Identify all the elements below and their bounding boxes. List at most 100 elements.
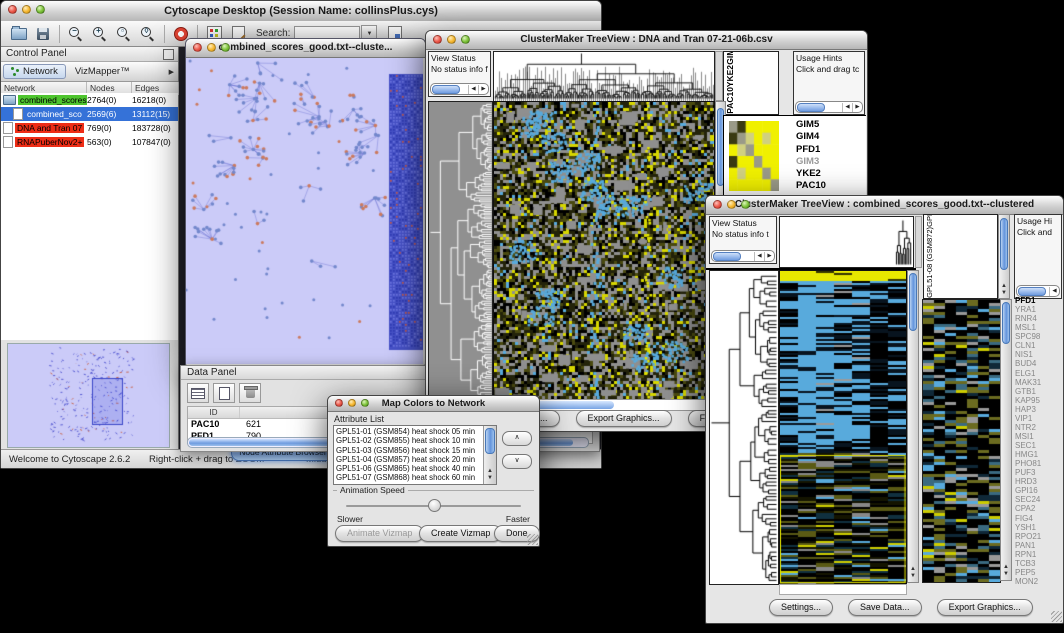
gene-label[interactable]: RPN1 <box>1015 550 1061 559</box>
delete-attribute-button[interactable] <box>239 383 261 403</box>
zoom-button[interactable] <box>36 5 45 14</box>
gene-label[interactable]: PAN1 <box>1015 541 1061 550</box>
scroll-down-arrow[interactable]: ▼ <box>999 290 1009 297</box>
gene-label[interactable]: PAC10 <box>796 180 826 192</box>
scroll-left-arrow[interactable]: ◀ <box>1049 287 1059 296</box>
gene-dendrogram[interactable] <box>428 101 493 400</box>
network-window-titlebar[interactable]: combined_scores_good.txt--cluste... <box>186 39 425 58</box>
gene-label[interactable]: VIP1 <box>1015 414 1061 423</box>
label-scroll-strip[interactable] <box>915 216 922 268</box>
network-list-row[interactable]: combined_scores 2764(0) 16218(0) <box>1 93 178 107</box>
scrollbar-thumb[interactable] <box>909 273 917 331</box>
scroll-right-arrow[interactable]: ▶ <box>852 103 862 112</box>
gene-label[interactable]: BUD4 <box>1015 359 1061 368</box>
resize-grip[interactable] <box>527 534 538 545</box>
gene-label[interactable]: CPA2 <box>1015 504 1061 513</box>
id-column-header[interactable]: ID <box>188 407 240 418</box>
gene-label[interactable]: HRD3 <box>1015 477 1061 486</box>
usage-hints-scrollbar[interactable]: ◀ ▶ <box>795 101 863 113</box>
move-up-button[interactable]: ∧ <box>502 431 532 446</box>
attribute-list-item[interactable]: GPL51-07 (GSM868) heat shock 60 min <box>334 473 483 482</box>
gene-label[interactable]: YKE2 <box>796 168 826 180</box>
minimize-button[interactable] <box>22 5 31 14</box>
minimize-button[interactable] <box>348 399 356 407</box>
gene-dendrogram[interactable] <box>709 270 779 585</box>
gene-label[interactable]: HAP3 <box>1015 405 1061 414</box>
network-list-row[interactable]: DNA and Tran 07 769(0) 183728(0) <box>1 121 178 135</box>
gene-label[interactable]: GTB1 <box>1015 387 1061 396</box>
scroll-down-arrow[interactable]: ▼ <box>1001 571 1011 578</box>
close-button[interactable] <box>713 200 722 209</box>
scroll-down-arrow[interactable]: ▼ <box>484 475 496 482</box>
zoom-button[interactable] <box>361 399 369 407</box>
zoom-heatmap[interactable] <box>922 299 1001 583</box>
gene-label[interactable]: GIM5 <box>796 119 826 131</box>
gene-label[interactable]: HMG1 <box>1015 450 1061 459</box>
network-overview[interactable] <box>7 343 170 448</box>
save-session-button[interactable] <box>31 23 55 45</box>
gene-label[interactable]: MSI1 <box>1015 432 1061 441</box>
scroll-up-arrow[interactable]: ▲ <box>999 283 1009 290</box>
zoom-selected-button[interactable]: ▫ <box>112 23 136 45</box>
gene-label[interactable]: PUF3 <box>1015 468 1061 477</box>
attribute-list-item[interactable]: GPL51-02 (GSM855) heat shock 10 min <box>334 436 483 445</box>
scrollbar-thumb[interactable] <box>1000 218 1008 270</box>
heatmap-vertical-scrollbar[interactable]: ▲ ▼ <box>907 270 919 583</box>
resize-grip[interactable] <box>1051 611 1062 622</box>
gene-label[interactable]: GIM3 <box>796 156 826 168</box>
column-dendrogram[interactable] <box>894 218 912 266</box>
scrollbar-thumb[interactable] <box>713 252 741 261</box>
attribute-listbox[interactable]: GPL51-01 (GSM854) heat shock 05 minGPL51… <box>333 425 497 485</box>
zoom-button[interactable] <box>221 43 230 52</box>
gene-label[interactable]: YSH1 <box>1015 523 1061 532</box>
slider-thumb[interactable] <box>428 499 441 512</box>
gene-label[interactable]: YRA1 <box>1015 305 1061 314</box>
gene-label[interactable]: PHO81 <box>1015 459 1061 468</box>
gene-label[interactable]: GIM4 <box>796 131 826 143</box>
float-panel-icon[interactable] <box>163 49 174 60</box>
gene-label[interactable]: FIG4 <box>1015 514 1061 523</box>
gene-label[interactable]: KAP95 <box>1015 396 1061 405</box>
attribute-list-item[interactable]: GPL51-03 (GSM856) heat shock 15 min <box>334 446 483 455</box>
scroll-down-arrow[interactable]: ▼ <box>908 573 918 580</box>
column-dendrogram-area[interactable] <box>779 216 914 268</box>
view-status-scrollbar[interactable]: ◀ ▶ <box>711 250 775 262</box>
scroll-right-arrow[interactable]: ▶ <box>478 85 488 94</box>
minimize-button[interactable] <box>447 35 456 44</box>
gene-label[interactable]: CLN1 <box>1015 341 1061 350</box>
move-down-button[interactable]: ∨ <box>502 454 532 469</box>
zoom-fit-button[interactable]: ◊ <box>136 23 160 45</box>
network-canvas[interactable] <box>186 58 423 364</box>
attribute-list-item[interactable]: GPL51-01 (GSM854) heat shock 05 min <box>334 427 483 436</box>
gene-label[interactable]: SEC1 <box>1015 441 1061 450</box>
zoom-in-button[interactable]: + <box>88 23 112 45</box>
treeview-action-button[interactable]: Export Graphics... <box>576 410 672 427</box>
global-heatmap[interactable] <box>779 270 907 585</box>
select-attributes-button[interactable] <box>187 383 209 403</box>
global-heatmap[interactable] <box>493 101 715 400</box>
close-button[interactable] <box>193 43 202 52</box>
treeview-action-button[interactable]: Save Data... <box>848 599 922 616</box>
scrollbar-thumb[interactable] <box>1018 287 1046 296</box>
animate-vizmap-button[interactable]: Animate Vizmap <box>335 525 424 542</box>
main-titlebar[interactable]: Cytoscape Desktop (Session Name: collins… <box>1 1 601 22</box>
gene-label[interactable]: MSL1 <box>1015 323 1061 332</box>
minimize-button[interactable] <box>207 43 216 52</box>
zoom-button[interactable] <box>741 200 750 209</box>
gene-label[interactable]: SEC24 <box>1015 495 1061 504</box>
scrollbar-thumb[interactable] <box>432 85 460 94</box>
label-scroll-strip[interactable] <box>715 51 723 101</box>
scroll-right-arrow[interactable]: ▶ <box>764 252 774 261</box>
scrollbar-thumb[interactable] <box>797 103 825 112</box>
zoom-out-button[interactable]: − <box>64 23 88 45</box>
treeview-action-button[interactable]: Settings... <box>769 599 833 616</box>
zoom-heatmap-matrix[interactable] <box>729 121 779 191</box>
scroll-up-arrow[interactable]: ▲ <box>908 566 918 573</box>
treeview-action-button[interactable]: Export Graphics... <box>937 599 1033 616</box>
scroll-left-arrow[interactable]: ◀ <box>842 103 852 112</box>
labels-vertical-scrollbar[interactable]: ▲ ▼ <box>998 214 1010 299</box>
gene-label[interactable]: RNR4 <box>1015 314 1061 323</box>
gene-label[interactable]: PEP5 <box>1015 568 1061 577</box>
column-dendrogram[interactable] <box>493 51 715 103</box>
gene-label[interactable]: MAK31 <box>1015 378 1061 387</box>
